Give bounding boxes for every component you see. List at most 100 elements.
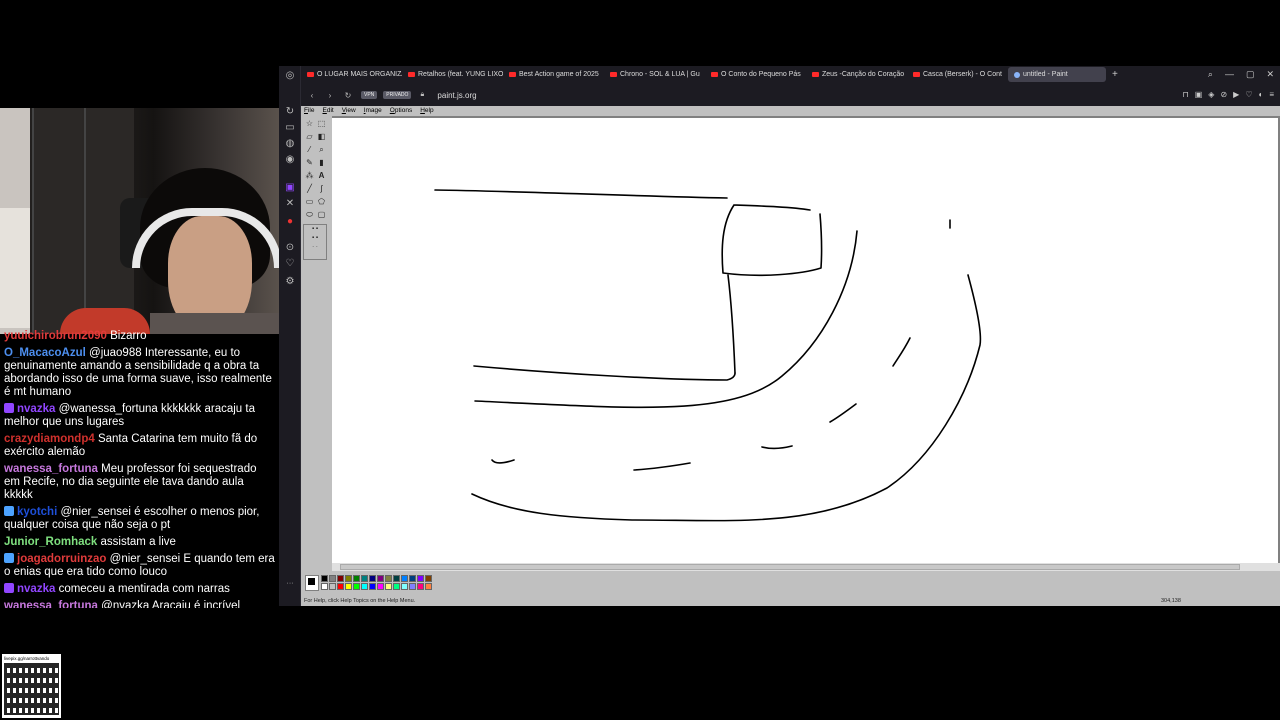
color-swatch[interactable] <box>337 575 344 582</box>
color-picker-icon[interactable]: ⁄ <box>304 144 315 155</box>
color-swatch[interactable] <box>385 583 392 590</box>
bookmarks-icon[interactable]: ♡ <box>284 258 296 270</box>
menu-image[interactable]: Image <box>364 106 382 116</box>
pencil-icon[interactable]: ✎ <box>304 157 315 168</box>
color-swatch[interactable] <box>425 583 432 590</box>
menu-view[interactable]: View <box>342 106 356 116</box>
eraser-icon[interactable]: ▱ <box>304 131 315 142</box>
color-swatch[interactable] <box>321 583 328 590</box>
chat-username[interactable]: wanessa_fortuna <box>4 463 98 475</box>
browser-tab[interactable]: Retalhos (feat. YUNG LIXO <box>402 67 503 82</box>
chat-username[interactable]: crazydiamondp4 <box>4 433 95 445</box>
color-swatch[interactable] <box>377 583 384 590</box>
color-swatch[interactable] <box>417 575 424 582</box>
color-swatch[interactable] <box>401 583 408 590</box>
messenger-icon[interactable]: ◍ <box>284 138 296 150</box>
reload-icon[interactable]: ↻ <box>341 91 355 100</box>
browser-tab[interactable]: untitled - Paint <box>1008 67 1106 82</box>
snapshot-icon[interactable]: ▣ <box>1195 90 1203 99</box>
scrollbar-thumb[interactable] <box>340 564 1240 570</box>
extensions-icon[interactable]: ◈ <box>1208 90 1214 99</box>
browser-tab[interactable]: O Conto do Pequeno Pás <box>705 67 806 82</box>
twitch-icon[interactable]: ▣ <box>284 182 296 194</box>
canvas-horizontal-scrollbar[interactable] <box>332 563 1280 571</box>
forward-icon[interactable]: › <box>323 91 337 100</box>
line-icon[interactable]: ╱ <box>304 183 315 194</box>
drawing-canvas[interactable] <box>332 118 1278 563</box>
curve-icon[interactable]: ∫ <box>316 183 327 194</box>
lock-icon[interactable]: 🔒︎ <box>415 91 429 99</box>
play-icon[interactable]: ▶ <box>1233 90 1239 99</box>
minimize-icon[interactable]: — <box>1225 69 1234 80</box>
chat-username[interactable]: O_MacacoAzul <box>4 347 86 359</box>
polygon-icon[interactable]: ⬠ <box>316 196 327 207</box>
account-icon[interactable]: ◐ <box>1258 90 1263 99</box>
free-select-icon[interactable]: ☆ <box>304 118 315 129</box>
vpn-badge[interactable]: VPN <box>361 91 378 99</box>
color-swatch[interactable] <box>417 583 424 590</box>
chat-username[interactable]: nvazka <box>17 403 55 415</box>
chat-username[interactable]: Junior_Romhack <box>4 536 97 548</box>
browser-tab[interactable]: Zeus -Canção do Coração <box>806 67 907 82</box>
ad-block-icon[interactable]: ⊘ <box>1220 90 1227 99</box>
bookmark-icon[interactable]: ⊓ <box>1182 90 1188 99</box>
color-swatch[interactable] <box>393 583 400 590</box>
magnifier-icon[interactable]: ⌕ <box>316 144 327 155</box>
color-swatch[interactable] <box>401 575 408 582</box>
more-icon[interactable]: ··· <box>284 578 296 590</box>
browser-tab[interactable]: O LUGAR MAIS ORGANIZA <box>301 67 402 82</box>
color-swatch[interactable] <box>345 583 352 590</box>
x-icon[interactable]: ✕ <box>284 198 296 210</box>
chat-username[interactable]: kyotchi <box>17 506 57 518</box>
browser-tab[interactable]: Best Action game of 2025 <box>503 67 604 82</box>
history-icon[interactable]: ↻ <box>284 106 296 118</box>
rectangle-icon[interactable]: ▭ <box>304 196 315 207</box>
maximize-icon[interactable]: ▢ <box>1246 69 1255 80</box>
menu-options[interactable]: Options <box>390 106 412 116</box>
color-swatch[interactable] <box>345 575 352 582</box>
browser-tab[interactable]: Chrono - SOL & LUA | Gu <box>604 67 705 82</box>
url-text[interactable]: paint.js.org <box>437 91 476 100</box>
airbrush-icon[interactable]: ⁂ <box>304 170 315 181</box>
close-icon[interactable]: ✕ <box>1266 69 1274 80</box>
chat-username[interactable]: nvazka <box>17 583 55 595</box>
settings-icon[interactable]: ⚙ <box>284 276 296 288</box>
fill-icon[interactable]: ◧ <box>316 131 327 142</box>
brush-icon[interactable]: ▮ <box>316 157 327 168</box>
whatsapp-icon[interactable]: ◉ <box>284 154 296 166</box>
ellipse-icon[interactable]: ⬭ <box>304 209 315 220</box>
color-swatch[interactable] <box>425 575 432 582</box>
tool-options-icon[interactable]: ▪ ▪ ▪ ▪ · · <box>303 224 327 260</box>
chat-username[interactable]: joagadorruinzao <box>17 553 106 565</box>
color-swatch[interactable] <box>393 575 400 582</box>
chat-username[interactable]: yuuichirobrun2090 <box>4 330 107 342</box>
color-swatch[interactable] <box>361 583 368 590</box>
wallet-icon[interactable]: ▭ <box>284 122 296 134</box>
menu-icon[interactable]: ≡ <box>1269 90 1274 99</box>
menu-file[interactable]: File <box>304 106 315 116</box>
browser-tab[interactable]: Casca (Berserk) - O Cont <box>907 67 1008 82</box>
current-colors[interactable] <box>305 575 319 591</box>
color-swatch[interactable] <box>377 575 384 582</box>
menu-help[interactable]: Help <box>420 106 433 116</box>
search-tabs-icon[interactable]: ⌕ <box>1208 69 1213 80</box>
rounded-rect-icon[interactable]: ▢ <box>316 209 327 220</box>
color-swatch[interactable] <box>369 583 376 590</box>
color-swatch[interactable] <box>337 583 344 590</box>
color-swatch[interactable] <box>329 575 336 582</box>
foreground-color[interactable] <box>308 578 315 585</box>
color-swatch[interactable] <box>361 575 368 582</box>
color-swatch[interactable] <box>353 583 360 590</box>
color-swatch[interactable] <box>321 575 328 582</box>
color-swatch[interactable] <box>369 575 376 582</box>
player-icon[interactable]: ⊙ <box>284 242 296 254</box>
private-badge[interactable]: PRIVADO <box>383 91 412 99</box>
color-swatch[interactable] <box>353 575 360 582</box>
text-tool-icon[interactable]: A <box>316 170 327 181</box>
menu-edit[interactable]: Edit <box>323 106 334 116</box>
color-swatch[interactable] <box>409 583 416 590</box>
music-icon[interactable]: ● <box>284 216 296 228</box>
back-icon[interactable]: ‹ <box>305 91 319 100</box>
color-swatch[interactable] <box>385 575 392 582</box>
color-swatch[interactable] <box>329 583 336 590</box>
